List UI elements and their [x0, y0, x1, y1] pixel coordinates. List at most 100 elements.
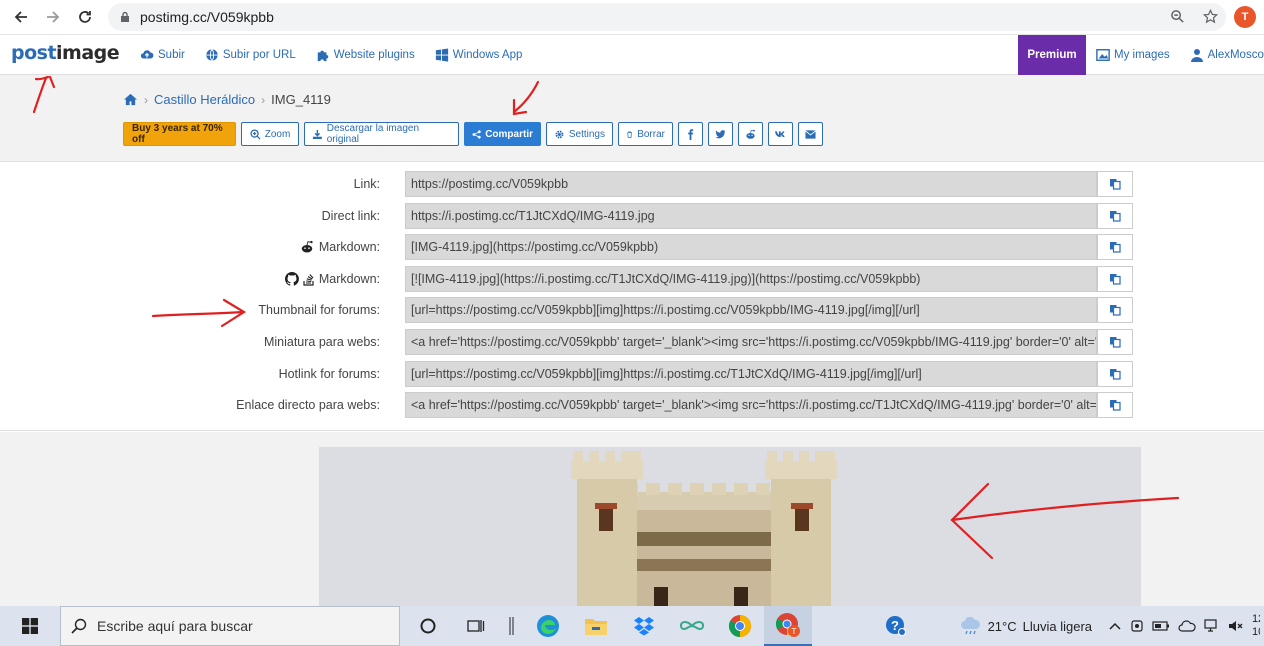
postimage-logo[interactable]: postimage: [11, 42, 120, 64]
breadcrumb: › Castillo Heráldico › IMG_4119: [123, 92, 331, 107]
windows-icon: [22, 618, 38, 634]
copy-button[interactable]: [1097, 171, 1133, 197]
file-explorer-app[interactable]: [572, 606, 620, 646]
copy-icon: [1110, 179, 1121, 190]
email-share-button[interactable]: [798, 122, 823, 146]
edge-icon: [537, 615, 559, 637]
copy-button[interactable]: [1097, 266, 1133, 292]
reddit-icon: [301, 240, 313, 253]
uploaded-photo[interactable]: [319, 447, 1141, 606]
search-plus-icon: [250, 128, 261, 140]
share-links-panel: Link: https://postimg.cc/V059kpbb Direct…: [0, 163, 1264, 431]
clock[interactable]: 12 10: [1252, 613, 1260, 639]
thumbnail-web-field[interactable]: <a href='https://postimg.cc/V059kpbb' ta…: [405, 329, 1097, 355]
link-row-thumbnail-web: Miniatura para webs: <a href='https://po…: [0, 329, 1264, 355]
star-icon[interactable]: [1203, 9, 1218, 24]
vk-share-button[interactable]: [768, 122, 793, 146]
forward-button[interactable]: [37, 1, 69, 33]
stackoverflow-icon: [303, 274, 314, 286]
arrow-right-icon: [47, 11, 60, 23]
network-icon[interactable]: [1204, 619, 1220, 633]
nav-my-images[interactable]: My images: [1096, 48, 1170, 62]
nav-upload-url[interactable]: Subir por URL: [205, 48, 296, 62]
image-preview-area: [0, 432, 1264, 606]
edge-app[interactable]: [524, 606, 572, 646]
hotlink-forums-field[interactable]: [url=https://postimg.cc/V059kpbb][img]ht…: [405, 361, 1097, 387]
hotlink-web-field[interactable]: <a href='https://postimg.cc/V059kpbb' ta…: [405, 392, 1097, 418]
copy-icon: [1110, 400, 1121, 411]
zoom-button[interactable]: Zoom: [241, 122, 299, 146]
main-nav: Subir Subir por URL Website plugins Wind…: [140, 35, 522, 75]
action-toolbar: Buy 3 years at 70% off Zoom Descargar la…: [123, 122, 823, 146]
copy-button[interactable]: [1097, 297, 1133, 323]
zoom-icon[interactable]: [1170, 9, 1185, 24]
facebook-share-button[interactable]: [678, 122, 703, 146]
task-view-button[interactable]: [452, 606, 500, 646]
copy-button[interactable]: [1097, 234, 1133, 260]
nav-website-plugins[interactable]: Website plugins: [316, 48, 415, 62]
svg-text:T: T: [792, 627, 797, 636]
infinity-app[interactable]: [668, 606, 716, 646]
markdown-github-field[interactable]: [![IMG-4119.jpg](https://i.postimg.cc/T1…: [405, 266, 1097, 292]
onedrive-icon[interactable]: [1178, 620, 1196, 632]
copy-button[interactable]: [1097, 203, 1133, 229]
battery-icon[interactable]: [1152, 620, 1170, 632]
chevron-right-icon: ›: [261, 92, 266, 107]
settings-button[interactable]: Settings: [546, 122, 613, 146]
link-label: Markdown:: [299, 240, 380, 254]
reddit-share-button[interactable]: [738, 122, 763, 146]
nav-upload[interactable]: Subir: [140, 48, 185, 62]
download-icon: [312, 129, 322, 139]
image-toolbar-area: › Castillo Heráldico › IMG_4119 Buy 3 ye…: [0, 75, 1264, 162]
copy-icon: [1110, 305, 1121, 316]
link-label: Link:: [353, 177, 380, 191]
chrome-profile-icon: T: [776, 613, 800, 637]
home-icon[interactable]: [123, 93, 138, 106]
download-original-button[interactable]: Descargar la imagen original: [304, 122, 459, 146]
volume-muted-icon[interactable]: [1228, 619, 1244, 633]
help-app[interactable]: ?: [872, 606, 920, 646]
address-bar[interactable]: postimg.cc/V059kpbb: [108, 3, 1226, 31]
breadcrumb-folder[interactable]: Castillo Heráldico: [154, 92, 255, 107]
reload-button[interactable]: [69, 1, 101, 33]
link-field[interactable]: https://postimg.cc/V059kpbb: [405, 171, 1097, 197]
direct-link-field[interactable]: https://i.postimg.cc/T1JtCXdQ/IMG-4119.j…: [405, 203, 1097, 229]
thumbnail-forums-field[interactable]: [url=https://postimg.cc/V059kpbb][img]ht…: [405, 297, 1097, 323]
folder-icon: [585, 619, 607, 635]
link-label: Direct link:: [321, 209, 380, 223]
copy-button[interactable]: [1097, 329, 1133, 355]
reddit-icon: [746, 129, 755, 139]
taskbar-search[interactable]: Escribe aquí para buscar: [60, 606, 400, 646]
delete-button[interactable]: Borrar: [618, 122, 673, 146]
premium-button[interactable]: Premium: [1018, 35, 1086, 75]
reload-icon: [79, 11, 91, 23]
twitter-share-button[interactable]: [708, 122, 733, 146]
puzzle-icon: [317, 50, 328, 62]
cortana-button[interactable]: [404, 606, 452, 646]
vk-icon: [775, 130, 785, 137]
profile-avatar[interactable]: T: [1234, 6, 1256, 28]
arrow-left-icon: [14, 11, 27, 23]
start-button[interactable]: [0, 606, 60, 646]
share-button[interactable]: Compartir: [464, 122, 541, 146]
copy-button[interactable]: [1097, 392, 1133, 418]
nav-windows-app[interactable]: Windows App: [435, 48, 522, 62]
twitter-icon: [715, 129, 726, 138]
webcam-icon[interactable]: [1130, 619, 1144, 633]
back-button[interactable]: [5, 1, 37, 33]
markdown-reddit-field[interactable]: [IMG-4119.jpg](https://postimg.cc/V059kp…: [405, 234, 1097, 260]
chevron-up-icon[interactable]: [1108, 619, 1122, 633]
weather-description: Lluvia ligera: [1022, 618, 1092, 634]
chrome-profile-app[interactable]: T: [764, 606, 812, 646]
promo-button[interactable]: Buy 3 years at 70% off: [123, 122, 236, 146]
copy-button[interactable]: [1097, 361, 1133, 387]
svg-text:?: ?: [891, 618, 899, 633]
copy-icon: [1110, 274, 1121, 285]
dropbox-app[interactable]: [620, 606, 668, 646]
address-url: postimg.cc/V059kpbb: [140, 9, 274, 25]
dropbox-icon: [634, 617, 654, 636]
chrome-app[interactable]: [716, 606, 764, 646]
nav-user[interactable]: AlexMosco: [1190, 48, 1264, 62]
weather-widget[interactable]: 21°C Lluvia ligera: [960, 617, 1092, 635]
cortana-icon: [420, 618, 436, 634]
